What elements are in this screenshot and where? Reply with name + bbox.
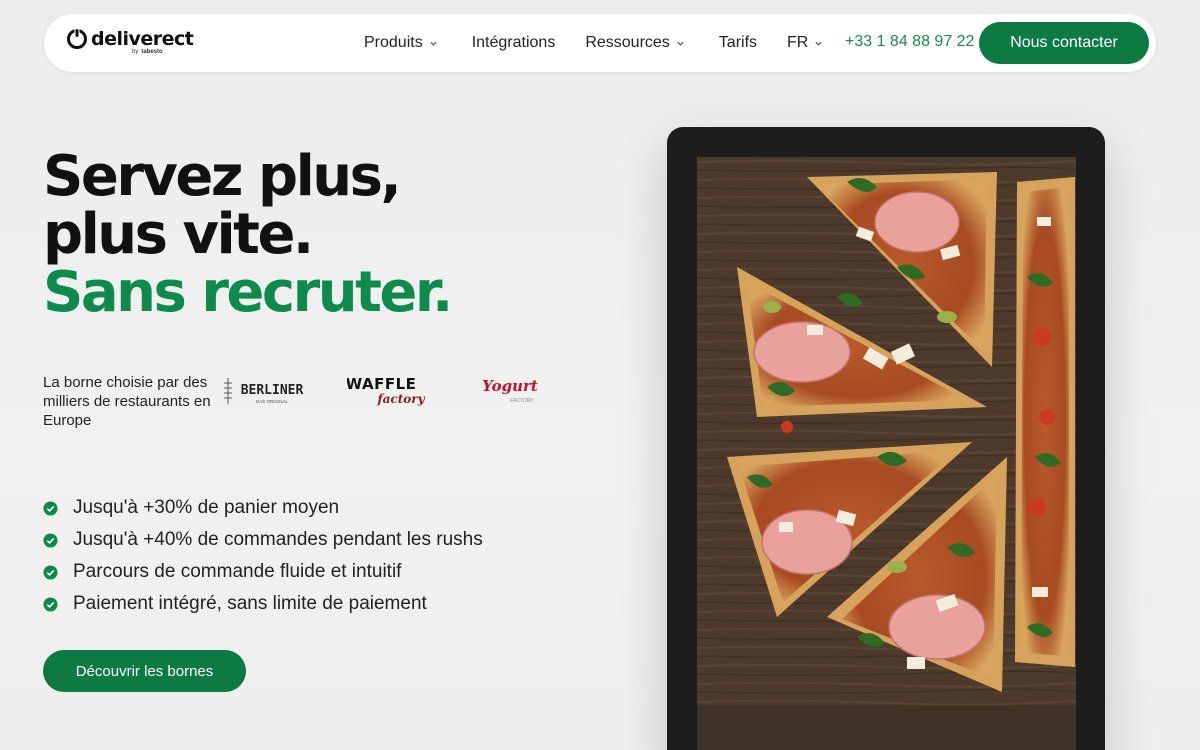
feature-list: Jusqu'à +30% de panier moyen Jusqu'à +40… — [43, 492, 483, 620]
hero-title: Servez plus, plus vite. Sans recruter. — [43, 144, 453, 325]
list-item: Paiement intégré, sans limite de paiemen… — [43, 588, 483, 620]
waffle-logo-name: WAFFLE — [347, 375, 416, 393]
language-label: FR — [787, 34, 809, 51]
language-selector[interactable]: FR — [787, 34, 823, 52]
logo-sub-brand: tabesto — [141, 49, 163, 55]
nav-item-produits[interactable]: Produits — [364, 34, 438, 52]
berliner-logo-sub: DAS ORIGINAL — [256, 399, 289, 404]
nav-item-label: Ressources — [585, 34, 670, 51]
kiosk-screen-footer — [697, 705, 1076, 750]
contact-button[interactable]: Nous contacter — [979, 22, 1149, 64]
list-item: Jusqu'à +30% de panier moyen — [43, 492, 483, 524]
nav-item-label: Produits — [364, 34, 423, 51]
yogurt-logo-sub: FACTORY — [510, 398, 534, 404]
yogurt-factory-logo: Yogurt FACTORY — [478, 374, 546, 406]
feature-text: Jusqu'à +40% de commandes pendant les ru… — [73, 529, 483, 550]
chevron-down-icon — [815, 41, 822, 46]
berliner-logo: BERLINER DAS ORIGINAL — [222, 376, 310, 406]
nav-item-tarifs[interactable]: Tarifs — [719, 34, 757, 52]
nav-item-ressources[interactable]: Ressources — [585, 34, 684, 52]
chevron-down-icon — [430, 41, 437, 46]
waffle-logo-sub: factory — [376, 392, 425, 406]
yogurt-logo-name: Yogurt — [482, 377, 538, 395]
hero-title-line-2: plus vite. — [43, 202, 314, 267]
list-item: Jusqu'à +40% de commandes pendant les ru… — [43, 524, 483, 556]
phone-link[interactable]: +33 1 84 88 97 22 — [845, 33, 974, 51]
check-circle-icon — [43, 564, 58, 580]
hero-tagline: La borne choisie par des milliers de res… — [43, 374, 211, 429]
list-item: Parcours de commande fluide et intuitif — [43, 556, 483, 588]
deliverect-logo[interactable]: deliverect by tabesto — [66, 28, 194, 55]
deliverect-logo-icon — [67, 28, 87, 49]
nav-item-label: Tarifs — [718, 34, 758, 51]
feature-text: Parcours de commande fluide et intuitif — [73, 561, 402, 582]
logo-sub-prefix: by — [132, 49, 139, 55]
waffle-factory-logo: WAFFLE factory — [347, 374, 431, 408]
hero-title-line-3: Sans recruter. — [43, 260, 453, 325]
kiosk-device — [667, 127, 1105, 750]
logo-subline: by tabesto — [132, 49, 193, 55]
check-circle-icon — [43, 532, 58, 548]
logo-wordmark: deliverect — [91, 28, 194, 50]
berliner-logo-name: BERLINER — [241, 383, 304, 398]
top-navigation: deliverect by tabesto Produits Intégrati… — [44, 14, 1156, 72]
check-circle-icon — [43, 500, 58, 516]
feature-text: Jusqu'à +30% de panier moyen — [73, 497, 340, 518]
nav-item-integrations[interactable]: Intégrations — [472, 34, 556, 52]
check-circle-icon — [43, 596, 58, 612]
kiosk-screen-pizza-image — [697, 157, 1076, 707]
nav-item-label: Intégrations — [471, 34, 556, 51]
feature-text: Paiement intégré, sans limite de paiemen… — [73, 593, 427, 614]
discover-kiosks-button[interactable]: Découvrir les bornes — [43, 650, 246, 692]
hero-title-line-1: Servez plus, — [43, 144, 402, 209]
main-menu: Produits Intégrations Ressources Tarifs … — [364, 14, 823, 72]
chevron-down-icon — [677, 41, 684, 46]
